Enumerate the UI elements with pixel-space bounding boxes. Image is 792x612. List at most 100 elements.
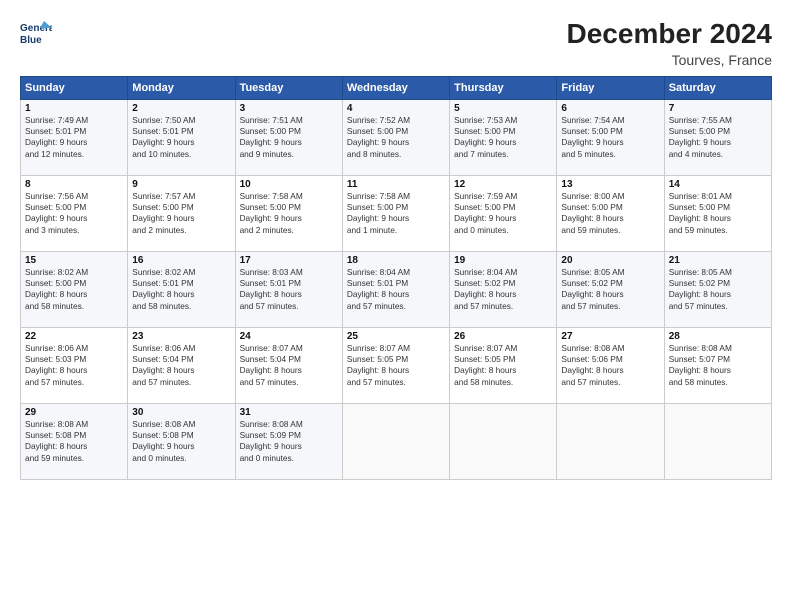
calendar-cell xyxy=(342,404,449,480)
day-number: 15 xyxy=(25,255,123,266)
svg-text:Blue: Blue xyxy=(20,35,42,46)
day-number: 20 xyxy=(561,255,659,266)
calendar-cell: 12Sunrise: 7:59 AM Sunset: 5:00 PM Dayli… xyxy=(450,176,557,252)
calendar-cell: 1Sunrise: 7:49 AM Sunset: 5:01 PM Daylig… xyxy=(21,100,128,176)
day-info: Sunrise: 8:05 AM Sunset: 5:02 PM Dayligh… xyxy=(669,267,767,312)
day-info: Sunrise: 8:08 AM Sunset: 5:09 PM Dayligh… xyxy=(240,419,338,464)
day-info: Sunrise: 8:08 AM Sunset: 5:07 PM Dayligh… xyxy=(669,343,767,388)
day-number: 21 xyxy=(669,255,767,266)
calendar-cell: 20Sunrise: 8:05 AM Sunset: 5:02 PM Dayli… xyxy=(557,252,664,328)
day-info: Sunrise: 8:07 AM Sunset: 5:05 PM Dayligh… xyxy=(347,343,445,388)
calendar-cell: 21Sunrise: 8:05 AM Sunset: 5:02 PM Dayli… xyxy=(664,252,771,328)
subtitle: Tourves, France xyxy=(567,52,772,68)
day-number: 23 xyxy=(132,331,230,342)
day-number: 8 xyxy=(25,179,123,190)
day-info: Sunrise: 8:02 AM Sunset: 5:00 PM Dayligh… xyxy=(25,267,123,312)
day-number: 26 xyxy=(454,331,552,342)
day-info: Sunrise: 8:04 AM Sunset: 5:01 PM Dayligh… xyxy=(347,267,445,312)
dow-header: Thursday xyxy=(450,77,557,100)
header: General Blue December 2024 Tourves, Fran… xyxy=(20,18,772,68)
calendar-cell: 17Sunrise: 8:03 AM Sunset: 5:01 PM Dayli… xyxy=(235,252,342,328)
day-number: 12 xyxy=(454,179,552,190)
day-info: Sunrise: 8:05 AM Sunset: 5:02 PM Dayligh… xyxy=(561,267,659,312)
calendar-cell: 19Sunrise: 8:04 AM Sunset: 5:02 PM Dayli… xyxy=(450,252,557,328)
day-number: 5 xyxy=(454,103,552,114)
calendar-cell: 15Sunrise: 8:02 AM Sunset: 5:00 PM Dayli… xyxy=(21,252,128,328)
calendar-week-row: 22Sunrise: 8:06 AM Sunset: 5:03 PM Dayli… xyxy=(21,328,772,404)
day-number: 3 xyxy=(240,103,338,114)
day-info: Sunrise: 7:58 AM Sunset: 5:00 PM Dayligh… xyxy=(347,191,445,236)
dow-header: Wednesday xyxy=(342,77,449,100)
day-number: 29 xyxy=(25,407,123,418)
day-number: 18 xyxy=(347,255,445,266)
calendar-cell: 5Sunrise: 7:53 AM Sunset: 5:00 PM Daylig… xyxy=(450,100,557,176)
day-info: Sunrise: 7:59 AM Sunset: 5:00 PM Dayligh… xyxy=(454,191,552,236)
calendar-cell: 22Sunrise: 8:06 AM Sunset: 5:03 PM Dayli… xyxy=(21,328,128,404)
day-info: Sunrise: 8:07 AM Sunset: 5:05 PM Dayligh… xyxy=(454,343,552,388)
calendar-week-row: 29Sunrise: 8:08 AM Sunset: 5:08 PM Dayli… xyxy=(21,404,772,480)
calendar-week-row: 8Sunrise: 7:56 AM Sunset: 5:00 PM Daylig… xyxy=(21,176,772,252)
day-number: 27 xyxy=(561,331,659,342)
dow-header: Tuesday xyxy=(235,77,342,100)
calendar-cell: 13Sunrise: 8:00 AM Sunset: 5:00 PM Dayli… xyxy=(557,176,664,252)
calendar-cell: 29Sunrise: 8:08 AM Sunset: 5:08 PM Dayli… xyxy=(21,404,128,480)
calendar-cell: 24Sunrise: 8:07 AM Sunset: 5:04 PM Dayli… xyxy=(235,328,342,404)
calendar-week-row: 15Sunrise: 8:02 AM Sunset: 5:00 PM Dayli… xyxy=(21,252,772,328)
day-number: 31 xyxy=(240,407,338,418)
calendar-cell: 14Sunrise: 8:01 AM Sunset: 5:00 PM Dayli… xyxy=(664,176,771,252)
day-number: 24 xyxy=(240,331,338,342)
calendar-cell: 28Sunrise: 8:08 AM Sunset: 5:07 PM Dayli… xyxy=(664,328,771,404)
day-info: Sunrise: 7:52 AM Sunset: 5:00 PM Dayligh… xyxy=(347,115,445,160)
calendar-cell xyxy=(664,404,771,480)
day-number: 22 xyxy=(25,331,123,342)
logo-icon: General Blue xyxy=(20,18,52,46)
calendar-cell: 3Sunrise: 7:51 AM Sunset: 5:00 PM Daylig… xyxy=(235,100,342,176)
calendar-cell: 25Sunrise: 8:07 AM Sunset: 5:05 PM Dayli… xyxy=(342,328,449,404)
day-number: 4 xyxy=(347,103,445,114)
day-info: Sunrise: 7:53 AM Sunset: 5:00 PM Dayligh… xyxy=(454,115,552,160)
calendar-cell: 6Sunrise: 7:54 AM Sunset: 5:00 PM Daylig… xyxy=(557,100,664,176)
dow-header: Saturday xyxy=(664,77,771,100)
logo: General Blue xyxy=(20,18,52,46)
calendar-cell: 10Sunrise: 7:58 AM Sunset: 5:00 PM Dayli… xyxy=(235,176,342,252)
day-info: Sunrise: 8:00 AM Sunset: 5:00 PM Dayligh… xyxy=(561,191,659,236)
day-info: Sunrise: 7:57 AM Sunset: 5:00 PM Dayligh… xyxy=(132,191,230,236)
day-info: Sunrise: 8:08 AM Sunset: 5:08 PM Dayligh… xyxy=(132,419,230,464)
day-info: Sunrise: 8:02 AM Sunset: 5:01 PM Dayligh… xyxy=(132,267,230,312)
calendar-cell: 27Sunrise: 8:08 AM Sunset: 5:06 PM Dayli… xyxy=(557,328,664,404)
day-info: Sunrise: 7:54 AM Sunset: 5:00 PM Dayligh… xyxy=(561,115,659,160)
day-info: Sunrise: 8:08 AM Sunset: 5:06 PM Dayligh… xyxy=(561,343,659,388)
day-info: Sunrise: 8:07 AM Sunset: 5:04 PM Dayligh… xyxy=(240,343,338,388)
day-number: 25 xyxy=(347,331,445,342)
day-info: Sunrise: 7:50 AM Sunset: 5:01 PM Dayligh… xyxy=(132,115,230,160)
calendar-cell: 30Sunrise: 8:08 AM Sunset: 5:08 PM Dayli… xyxy=(128,404,235,480)
day-info: Sunrise: 7:55 AM Sunset: 5:00 PM Dayligh… xyxy=(669,115,767,160)
day-info: Sunrise: 8:06 AM Sunset: 5:03 PM Dayligh… xyxy=(25,343,123,388)
calendar-cell: 4Sunrise: 7:52 AM Sunset: 5:00 PM Daylig… xyxy=(342,100,449,176)
calendar-table: SundayMondayTuesdayWednesdayThursdayFrid… xyxy=(20,76,772,480)
day-info: Sunrise: 7:58 AM Sunset: 5:00 PM Dayligh… xyxy=(240,191,338,236)
day-number: 14 xyxy=(669,179,767,190)
dow-header: Friday xyxy=(557,77,664,100)
main-title: December 2024 xyxy=(567,18,772,50)
day-info: Sunrise: 8:03 AM Sunset: 5:01 PM Dayligh… xyxy=(240,267,338,312)
day-info: Sunrise: 8:06 AM Sunset: 5:04 PM Dayligh… xyxy=(132,343,230,388)
calendar-week-row: 1Sunrise: 7:49 AM Sunset: 5:01 PM Daylig… xyxy=(21,100,772,176)
calendar-cell: 26Sunrise: 8:07 AM Sunset: 5:05 PM Dayli… xyxy=(450,328,557,404)
calendar-cell: 31Sunrise: 8:08 AM Sunset: 5:09 PM Dayli… xyxy=(235,404,342,480)
dow-header: Sunday xyxy=(21,77,128,100)
day-number: 13 xyxy=(561,179,659,190)
calendar-cell xyxy=(450,404,557,480)
day-info: Sunrise: 8:04 AM Sunset: 5:02 PM Dayligh… xyxy=(454,267,552,312)
day-number: 28 xyxy=(669,331,767,342)
day-info: Sunrise: 7:49 AM Sunset: 5:01 PM Dayligh… xyxy=(25,115,123,160)
calendar-cell: 2Sunrise: 7:50 AM Sunset: 5:01 PM Daylig… xyxy=(128,100,235,176)
day-number: 9 xyxy=(132,179,230,190)
title-block: December 2024 Tourves, France xyxy=(567,18,772,68)
day-number: 6 xyxy=(561,103,659,114)
day-info: Sunrise: 8:08 AM Sunset: 5:08 PM Dayligh… xyxy=(25,419,123,464)
calendar-cell: 9Sunrise: 7:57 AM Sunset: 5:00 PM Daylig… xyxy=(128,176,235,252)
calendar-cell xyxy=(557,404,664,480)
calendar-cell: 8Sunrise: 7:56 AM Sunset: 5:00 PM Daylig… xyxy=(21,176,128,252)
day-number: 1 xyxy=(25,103,123,114)
